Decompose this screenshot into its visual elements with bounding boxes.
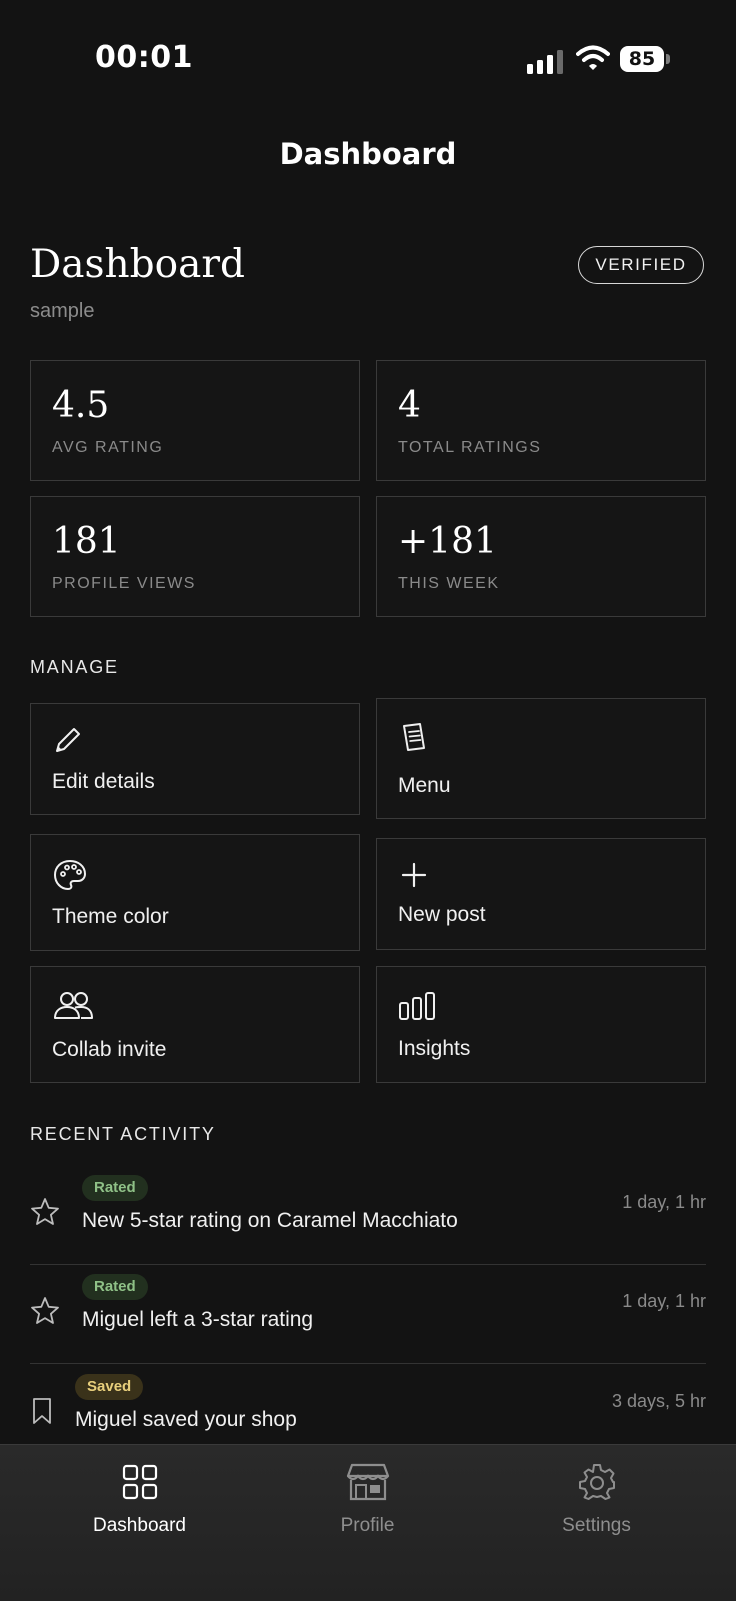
activity-text: New 5-star rating on Caramel Macchiato: [82, 1209, 458, 1232]
storefront-icon: [346, 1463, 390, 1501]
tab-label: Dashboard: [93, 1515, 186, 1536]
palette-icon: [53, 859, 87, 891]
bottom-tab-bar: Dashboard Profile Settings: [0, 1444, 736, 1601]
insights-button[interactable]: Insights: [376, 966, 706, 1083]
saved-badge: Saved: [75, 1374, 144, 1400]
collab-invite-button[interactable]: Collab invite: [30, 966, 360, 1083]
rated-badge: Rated: [82, 1175, 148, 1201]
activity-text: Miguel left a 3-star rating: [82, 1308, 314, 1331]
stat-value: 4.5: [52, 385, 110, 426]
manage-section-title: MANAGE: [30, 657, 119, 677]
tab-profile[interactable]: Profile: [245, 1445, 490, 1565]
stat-card-this-week: +181 THIS WEEK: [376, 496, 706, 617]
stat-label: PROFILE VIEWS: [52, 575, 196, 592]
manage-label: Edit details: [52, 770, 155, 793]
manage-label: Theme color: [52, 905, 169, 928]
tab-settings[interactable]: Settings: [474, 1445, 719, 1565]
edit-details-button[interactable]: Edit details: [30, 703, 360, 815]
stat-card-total-ratings: 4 TOTAL RATINGS: [376, 360, 706, 481]
tab-label: Settings: [562, 1515, 631, 1536]
stat-value: 4: [398, 385, 421, 426]
bookmark-icon: [33, 1398, 51, 1424]
battery-indicator: 85: [620, 46, 664, 72]
activity-item[interactable]: Rated Miguel left a 3-star rating 1 day,…: [30, 1264, 706, 1364]
stat-label: AVG RATING: [52, 439, 164, 456]
wifi-icon: [576, 45, 610, 70]
stat-card-avg-rating: 4.5 AVG RATING: [30, 360, 360, 481]
plus-icon: [401, 862, 427, 888]
activity-text: Miguel saved your shop: [75, 1408, 297, 1431]
status-time: 00:01: [95, 40, 193, 75]
stat-value: +181: [398, 521, 497, 562]
stat-card-profile-views: 181 PROFILE VIEWS: [30, 496, 360, 617]
people-icon: [54, 992, 93, 1019]
grid-icon: [122, 1464, 158, 1500]
manage-label: New post: [398, 903, 486, 926]
verified-badge: VERIFIED: [578, 246, 704, 284]
menu-button[interactable]: Menu: [376, 698, 706, 819]
stat-label: THIS WEEK: [398, 575, 500, 592]
manage-label: Insights: [398, 1037, 471, 1060]
activity-item[interactable]: Rated New 5-star rating on Caramel Macch…: [30, 1165, 706, 1265]
recent-activity-title: RECENT ACTIVITY: [30, 1124, 216, 1144]
manage-label: Collab invite: [52, 1038, 167, 1061]
rated-badge: Rated: [82, 1274, 148, 1300]
activity-time: 1 day, 1 hr: [622, 1192, 706, 1212]
manage-label: Menu: [398, 774, 451, 797]
cellular-signal-icon: [527, 50, 563, 74]
theme-color-button[interactable]: Theme color: [30, 834, 360, 951]
tab-label: Profile: [340, 1515, 395, 1536]
page-title: Dashboard: [30, 242, 245, 287]
activity-time: 1 day, 1 hr: [622, 1291, 706, 1311]
menu-book-icon: [403, 723, 425, 751]
star-icon: [31, 1198, 59, 1225]
tab-dashboard[interactable]: Dashboard: [17, 1445, 262, 1565]
page-subtitle: sample: [30, 300, 95, 322]
nav-title: Dashboard: [279, 137, 457, 171]
activity-time: 3 days, 5 hr: [611, 1391, 706, 1411]
pencil-icon: [56, 728, 80, 752]
battery-nub: [666, 54, 670, 64]
gear-icon: [579, 1464, 615, 1500]
bar-chart-icon: [399, 992, 435, 1020]
stat-label: TOTAL RATINGS: [398, 439, 542, 456]
star-icon: [31, 1297, 59, 1324]
new-post-button[interactable]: New post: [376, 838, 706, 950]
stat-value: 181: [52, 521, 121, 562]
